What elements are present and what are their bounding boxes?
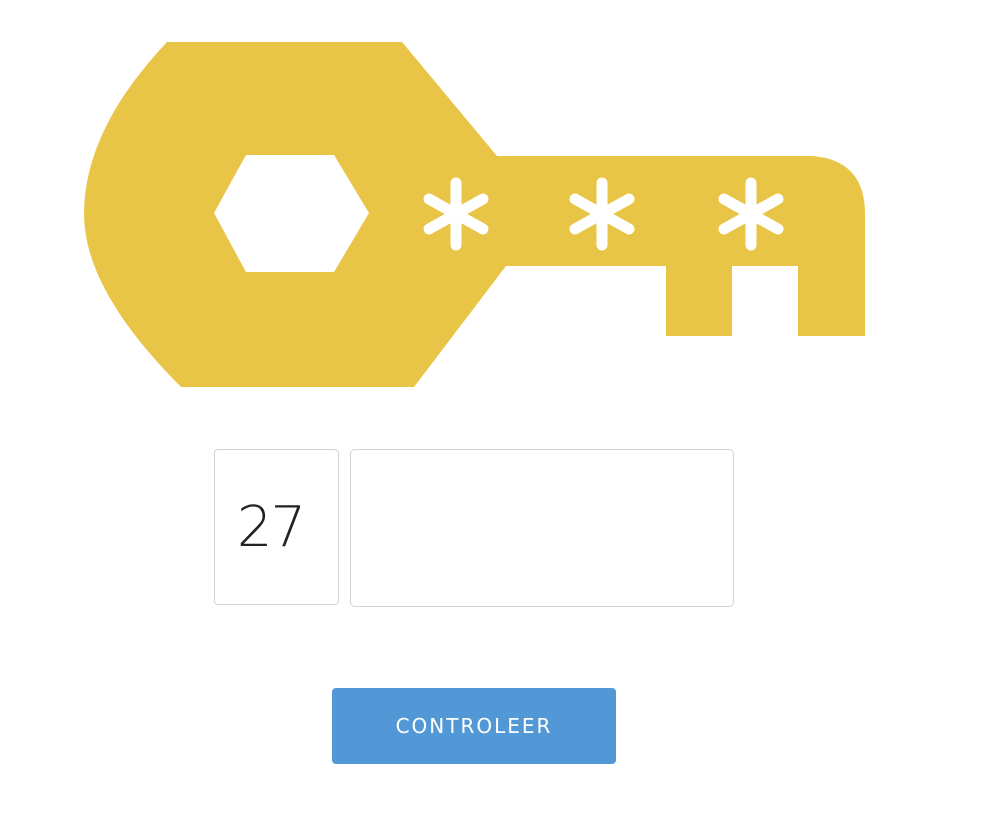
check-button[interactable]: CONTROLEER [332, 688, 616, 764]
code-prefix: 27 [214, 449, 339, 605]
key-icon [84, 42, 865, 387]
code-entry-row: 27 [214, 449, 734, 607]
code-input[interactable] [350, 449, 734, 607]
